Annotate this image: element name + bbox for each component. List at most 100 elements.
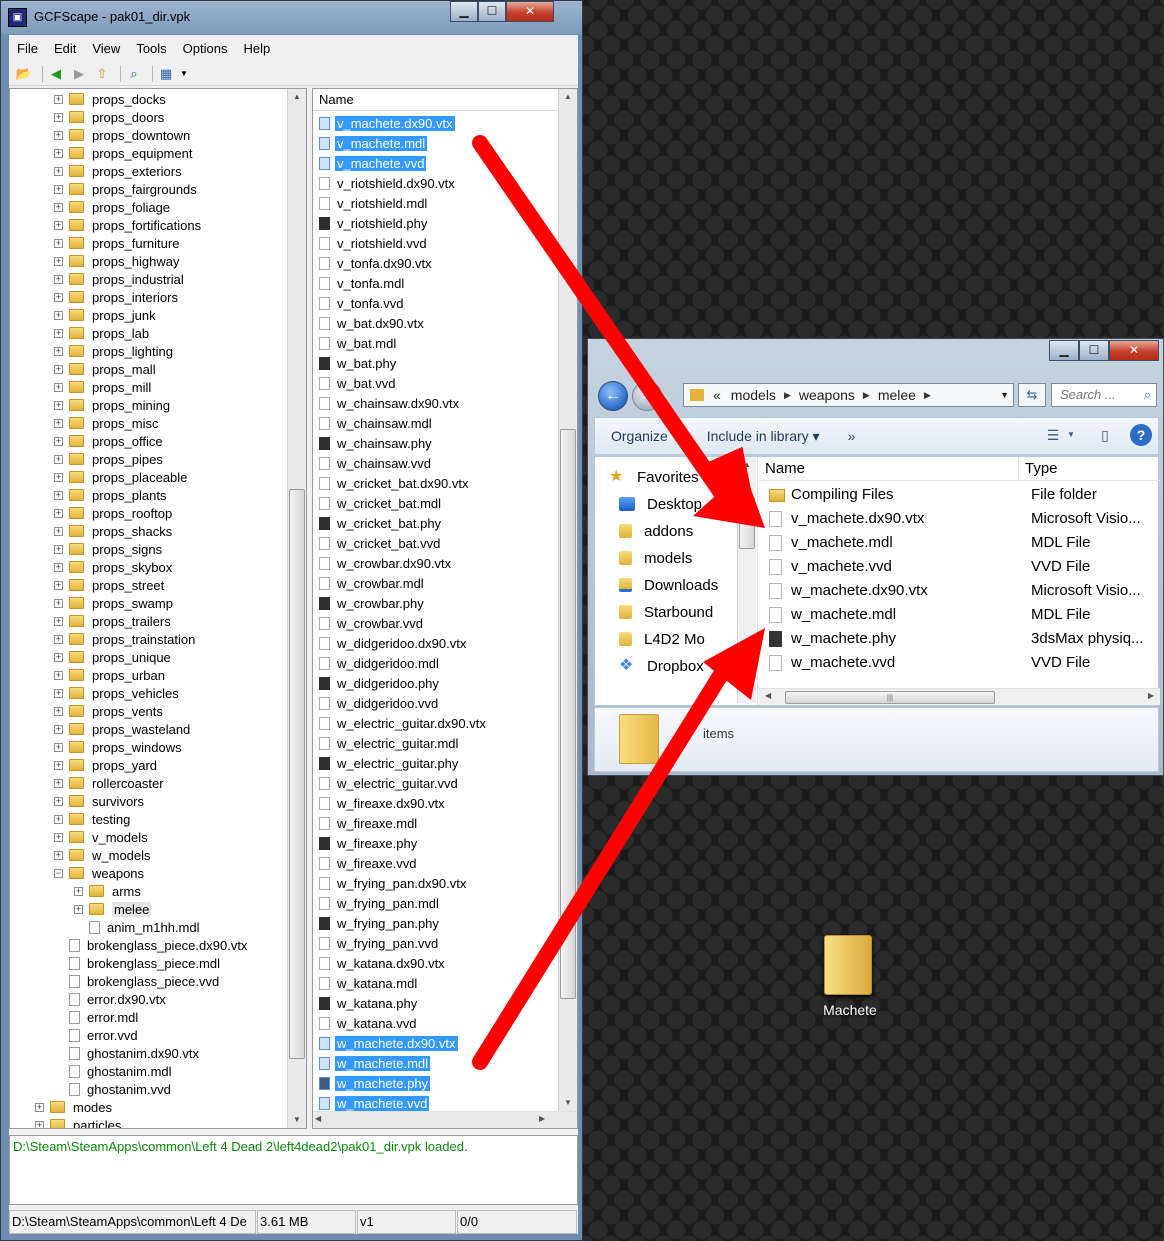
- expand-icon[interactable]: +: [54, 328, 63, 338]
- gcfscape-titlebar[interactable]: ▣ GCFScape - pak01_dir.vpk ▁ ☐ ✕: [1, 1, 582, 34]
- expand-icon[interactable]: +: [54, 292, 63, 302]
- tree-file[interactable]: error.mdl: [54, 1008, 138, 1026]
- tree-folder[interactable]: + arms: [74, 882, 141, 900]
- list-item[interactable]: w_electric_guitar.phy: [319, 754, 460, 772]
- tree-folder[interactable]: + props_docks: [54, 90, 166, 108]
- table-row[interactable]: w_machete.mdl MDL File: [759, 603, 1160, 627]
- tree-folder[interactable]: + props_trailers: [54, 612, 171, 630]
- tree-folder[interactable]: + props_vehicles: [54, 684, 179, 702]
- chevron-right-icon[interactable]: ▶: [860, 390, 873, 401]
- expand-icon[interactable]: +: [54, 850, 63, 860]
- list-item[interactable]: w_cricket_bat.vvd: [319, 534, 442, 552]
- nav-item-models[interactable]: models: [619, 546, 692, 570]
- tree-folder[interactable]: + props_lab: [54, 324, 149, 342]
- open-folder-icon[interactable]: 📂: [15, 65, 33, 83]
- list-item[interactable]: v_riotshield.phy: [319, 214, 429, 232]
- list-item[interactable]: w_bat.dx90.vtx: [319, 314, 426, 332]
- tree-folder[interactable]: + props_exteriors: [54, 162, 182, 180]
- tree-folder[interactable]: + props_plants: [54, 486, 166, 504]
- expand-icon[interactable]: +: [54, 724, 63, 734]
- list-scroll-thumb[interactable]: [560, 429, 576, 999]
- expand-icon[interactable]: +: [54, 652, 63, 662]
- expand-icon[interactable]: +: [54, 310, 63, 320]
- chevron-down-icon[interactable]: ▼: [1066, 424, 1076, 446]
- chevron-down-icon[interactable]: ▼: [1000, 390, 1009, 400]
- tree-folder[interactable]: + props_unique: [54, 648, 171, 666]
- file-detail-view[interactable]: Name Type ◀ ||| ▶ Compiling Files File fo…: [759, 457, 1160, 705]
- minimize-button[interactable]: ▁: [450, 1, 478, 22]
- collapse-icon[interactable]: −: [54, 868, 63, 878]
- tree-folder[interactable]: + props_mining: [54, 396, 170, 414]
- list-item[interactable]: w_katana.phy: [319, 994, 419, 1012]
- nav-item-downloads[interactable]: Downloads: [619, 573, 718, 597]
- tree-file[interactable]: brokenglass_piece.vvd: [54, 972, 219, 990]
- table-row[interactable]: v_machete.mdl MDL File: [759, 531, 1160, 555]
- tree-folder[interactable]: + modes: [35, 1098, 112, 1116]
- expand-icon[interactable]: +: [54, 94, 63, 104]
- list-item[interactable]: w_katana.dx90.vtx: [319, 954, 447, 972]
- list-item[interactable]: w_didgeridoo.mdl: [319, 654, 441, 672]
- nav-item-addons[interactable]: addons: [619, 519, 693, 543]
- expand-icon[interactable]: +: [35, 1120, 44, 1128]
- expand-icon[interactable]: +: [54, 472, 63, 482]
- tree-scroll-thumb[interactable]: [289, 489, 305, 1059]
- tree-folder[interactable]: + props_fairgrounds: [54, 180, 197, 198]
- tree-folder[interactable]: + props_fortifications: [54, 216, 201, 234]
- list-item[interactable]: w_fireaxe.phy: [319, 834, 419, 852]
- detail-hscrollbar[interactable]: ◀ ||| ▶: [759, 688, 1160, 705]
- maximize-button[interactable]: ☐: [1079, 340, 1109, 361]
- list-item[interactable]: w_crowbar.phy: [319, 594, 426, 612]
- tree-folder[interactable]: + props_wasteland: [54, 720, 190, 738]
- expand-icon[interactable]: +: [54, 778, 63, 788]
- expand-icon[interactable]: +: [54, 688, 63, 698]
- expand-icon[interactable]: +: [54, 760, 63, 770]
- back-icon[interactable]: ◀: [47, 65, 65, 83]
- scroll-up-icon[interactable]: ▲: [559, 89, 577, 105]
- expand-icon[interactable]: +: [54, 148, 63, 158]
- expand-icon[interactable]: +: [54, 202, 63, 212]
- list-item[interactable]: w_fireaxe.mdl: [319, 814, 419, 832]
- refresh-icon[interactable]: ⇆: [1018, 383, 1046, 407]
- expand-icon[interactable]: +: [74, 886, 83, 896]
- chevron-right-icon[interactable]: ▶: [781, 390, 794, 401]
- tree-folder[interactable]: + props_pipes: [54, 450, 163, 468]
- scroll-down-icon[interactable]: ▼: [738, 687, 756, 703]
- expand-icon[interactable]: +: [54, 364, 63, 374]
- detail-hscroll-thumb[interactable]: |||: [785, 691, 995, 704]
- list-item[interactable]: v_riotshield.mdl: [319, 194, 429, 212]
- menu-help[interactable]: Help: [235, 41, 278, 56]
- list-item[interactable]: w_katana.mdl: [319, 974, 419, 992]
- scroll-left-icon[interactable]: ◀: [765, 691, 771, 700]
- column-separator[interactable]: [1018, 457, 1019, 481]
- expand-icon[interactable]: +: [54, 436, 63, 446]
- tree-file[interactable]: ghostanim.mdl: [54, 1062, 172, 1080]
- tree-folder[interactable]: − weapons: [54, 864, 144, 882]
- expand-icon[interactable]: +: [54, 220, 63, 230]
- expand-icon[interactable]: +: [54, 454, 63, 464]
- list-item[interactable]: w_machete.mdl: [319, 1054, 431, 1072]
- tree-folder[interactable]: + props_signs: [54, 540, 162, 558]
- list-item[interactable]: w_fireaxe.vvd: [319, 854, 418, 872]
- list-item[interactable]: v_tonfa.mdl: [319, 274, 406, 292]
- breadcrumb-models[interactable]: models: [726, 387, 781, 403]
- scroll-left-icon[interactable]: ◀: [315, 1114, 321, 1123]
- tree-folder[interactable]: + melee: [74, 900, 152, 918]
- include-in-library-button[interactable]: Include in library ▾: [691, 428, 832, 445]
- tree-file[interactable]: error.dx90.vtx: [54, 990, 166, 1008]
- tree-folder[interactable]: + props_windows: [54, 738, 182, 756]
- tree-folder[interactable]: + survivors: [54, 792, 144, 810]
- list-item[interactable]: w_electric_guitar.mdl: [319, 734, 460, 752]
- expand-icon[interactable]: +: [54, 634, 63, 644]
- back-icon[interactable]: ←: [598, 381, 628, 411]
- expand-icon[interactable]: +: [54, 616, 63, 626]
- list-item[interactable]: w_didgeridoo.dx90.vtx: [319, 634, 468, 652]
- scroll-up-icon[interactable]: ▲: [288, 89, 306, 105]
- tree-folder[interactable]: + props_mill: [54, 378, 151, 396]
- scroll-right-icon[interactable]: ▶: [539, 1114, 545, 1123]
- preview-pane-icon[interactable]: ▯: [1094, 424, 1116, 446]
- navigation-pane[interactable]: ▲ ▼ ★ Favorites Desktop addons models Downloa…: [595, 457, 758, 705]
- file-list[interactable]: Name ▲ ▼ ◀ ▶ v_machete.dx90.vtx v_machete…: [312, 88, 578, 1129]
- tree-scrollbar[interactable]: ▲ ▼: [287, 89, 306, 1128]
- nav-item-dropbox[interactable]: ❖ Dropbox: [619, 654, 704, 678]
- list-item[interactable]: w_crowbar.vvd: [319, 614, 425, 632]
